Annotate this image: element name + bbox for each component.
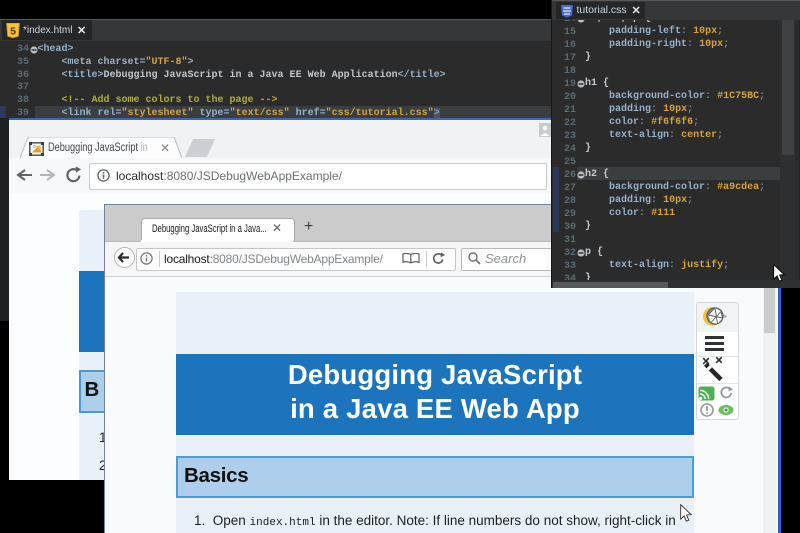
svg-text:5: 5 [10,26,16,38]
